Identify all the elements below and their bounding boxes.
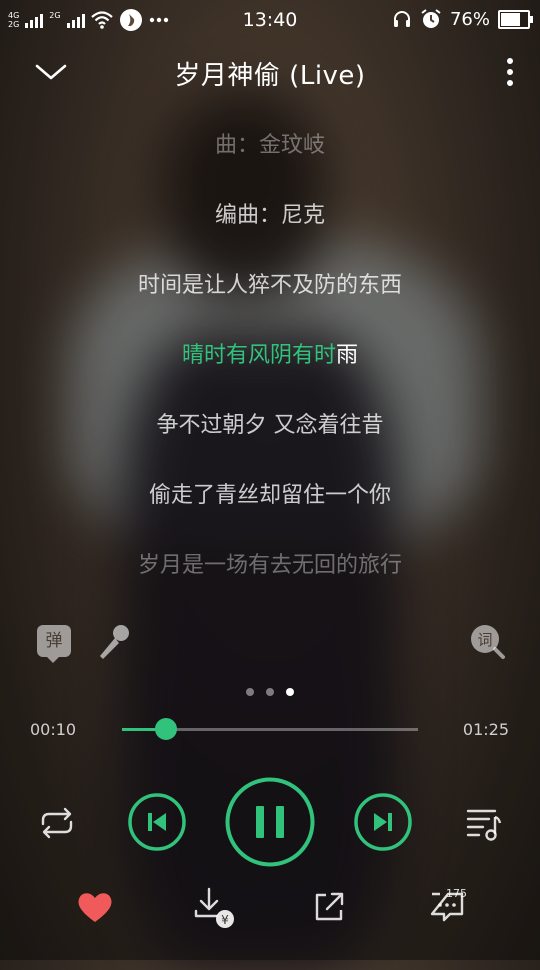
page-dot[interactable] (266, 688, 274, 696)
lyric-line: 岁月是一场有去无回的旅行 (137, 553, 402, 578)
microphone-icon (100, 625, 129, 659)
page-dot[interactable] (246, 688, 254, 696)
svg-text:词: 词 (477, 631, 492, 649)
svg-text:¥: ¥ (221, 913, 229, 927)
playlist-icon (466, 809, 502, 841)
lyric-line: 争不过朝夕 又念着往昔 (156, 413, 384, 438)
battery-percent: 76% (449, 8, 490, 30)
total-time: 01:25 (462, 720, 509, 739)
lyric-line: 偷走了青丝却留住一个你 (148, 483, 391, 508)
song-title: 岁月神偷 (Live) (174, 61, 366, 91)
headphones-icon (393, 11, 410, 27)
battery-level (501, 12, 521, 26)
heart-icon (78, 893, 112, 922)
page-indicator (0, 688, 540, 696)
share-button[interactable] (312, 890, 346, 924)
lyrics-panel[interactable]: 曲：金玟岐 编曲：尼克 时间是让人猝不及防的东西 晴时有风阴有时雨 争不过朝夕 … (0, 118, 540, 608)
playlist-button[interactable] (465, 805, 503, 841)
lyric-search-icon: 词 (471, 625, 505, 659)
player-header: 岁月神偷 (Live) (0, 45, 540, 97)
lyric-line-current: 晴时有风阴有时雨 (0, 328, 540, 398)
status-right: 76% (392, 8, 533, 30)
current-time: 00:10 (30, 720, 77, 739)
comment-count: 175 (446, 887, 467, 900)
lyric-line: 编曲：尼克 (214, 203, 325, 228)
karaoke-button[interactable] (95, 622, 133, 662)
page-dot-active[interactable] (286, 688, 294, 696)
lyric-line: 时间是让人猝不及防的东西 (137, 273, 402, 298)
lyric-line: 曲：金玟岐 (214, 133, 325, 158)
next-button[interactable] (354, 793, 412, 851)
previous-icon (128, 793, 186, 851)
like-button[interactable] (76, 890, 114, 924)
more-vertical-icon (507, 58, 513, 86)
progress-bar[interactable] (122, 718, 418, 740)
download-button[interactable]: ¥ (193, 886, 237, 930)
more-button[interactable] (498, 51, 522, 91)
alarm-icon (421, 9, 441, 28)
download-icon: ¥ (194, 887, 234, 928)
repeat-icon (41, 807, 73, 839)
pause-button[interactable] (225, 777, 315, 867)
danmaku-icon: 弹 (45, 631, 63, 651)
previous-button[interactable] (128, 793, 186, 851)
share-icon (315, 892, 344, 921)
lyric-search-button[interactable]: 词 (468, 622, 506, 660)
next-icon (354, 793, 412, 851)
repeat-button[interactable] (37, 805, 77, 841)
lyric-unsung-part: 雨 (336, 343, 359, 368)
pause-icon (225, 777, 315, 867)
danmaku-button[interactable]: 弹 (37, 625, 71, 663)
battery-icon (498, 9, 533, 29)
lyric-sung-part: 晴时有风阴有时 (181, 343, 336, 368)
status-bar: 4G 2G 2G 13:40 76% (0, 0, 540, 40)
